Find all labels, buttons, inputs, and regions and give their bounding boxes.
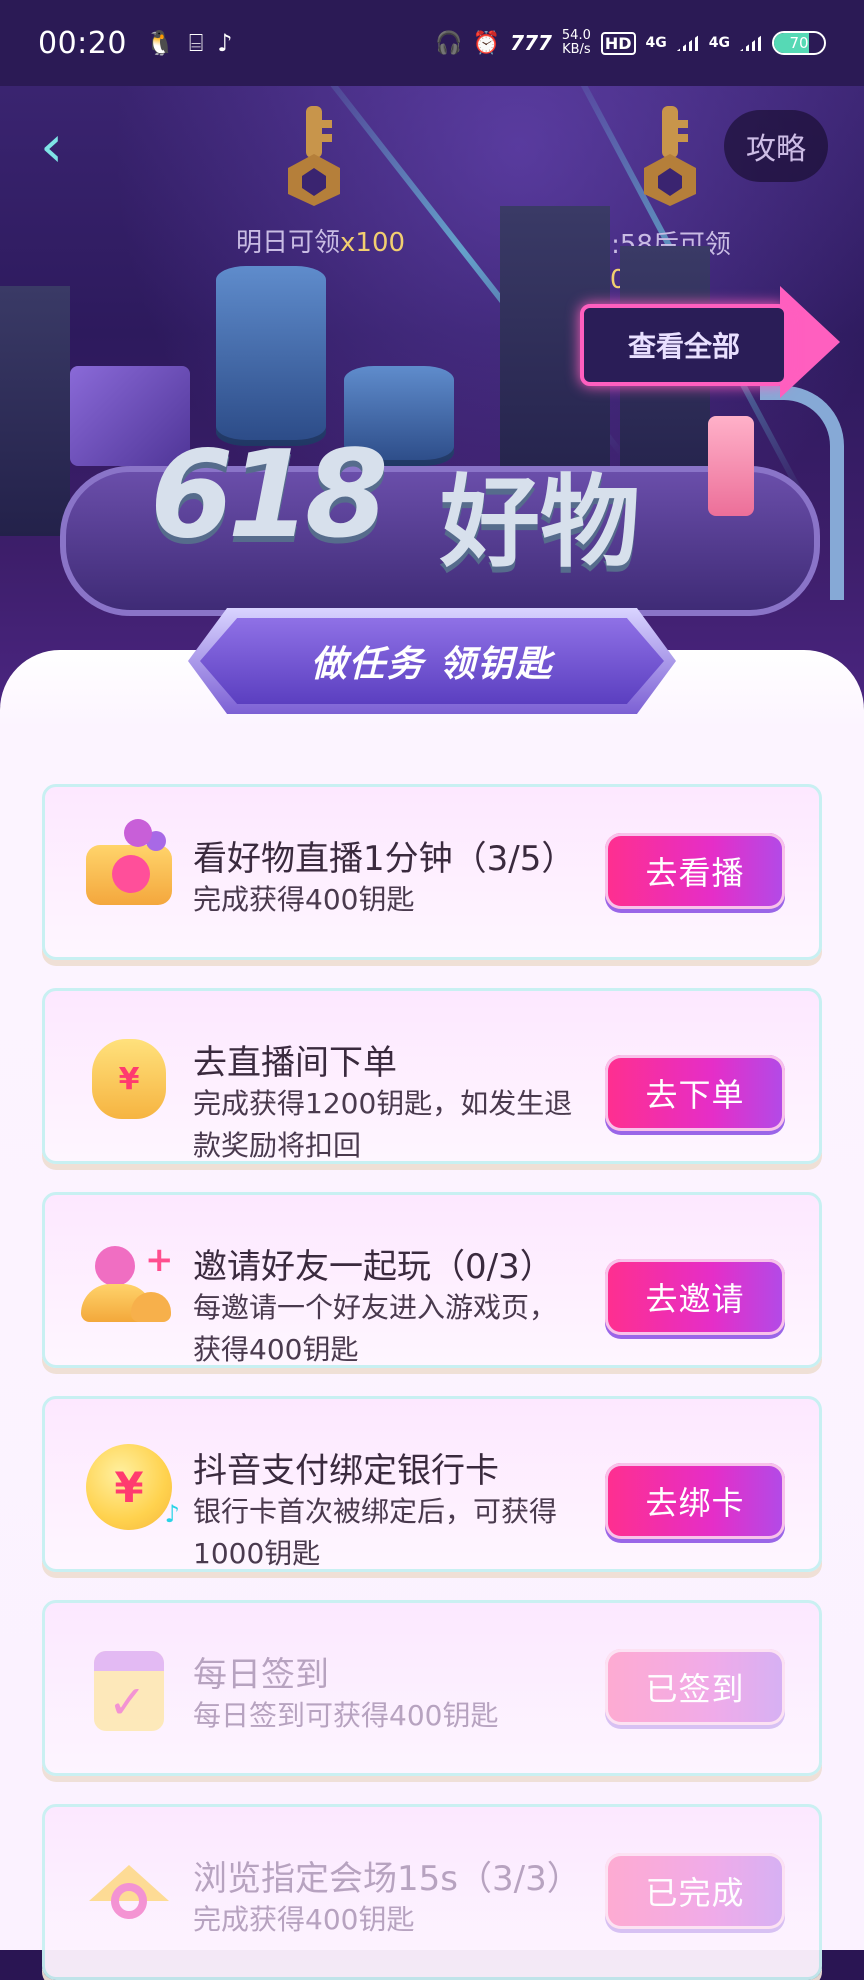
task-title: 邀请好友一起玩（0/3） (193, 1247, 554, 1287)
qq-icon: 🐧 (144, 29, 175, 57)
task-desc: 完成获得400钥匙 (193, 1903, 415, 1936)
add-friend-icon: + (81, 1235, 177, 1331)
status-bar: 00:20 🐧 ⌸ ♪ 🎧 ⏰ 777 54.0 KB/s HD 4G 4G 7… (0, 0, 864, 86)
battery-level: 70 (789, 34, 809, 52)
house-pin-icon (81, 1847, 177, 1943)
view-all-button[interactable]: 查看全部 (580, 304, 788, 386)
key-reward-tomorrow: 明日可领x100 (236, 228, 406, 258)
task-card-watch-live: 看好物直播1分钟（3/5） 完成获得400钥匙 去看播 (42, 784, 822, 960)
money-bag-icon: ¥ (81, 1031, 177, 1127)
checked-in-button[interactable]: 已签到 (605, 1649, 785, 1725)
task-card-browse-venue: 浏览指定会场15s（3/3） 完成获得400钥匙 已完成 (42, 1804, 822, 1980)
task-banner: 做任务 领钥匙 (200, 618, 664, 704)
task-title: 去直播间下单 (193, 1043, 397, 1083)
invite-button[interactable]: 去邀请 (605, 1259, 785, 1335)
network-type-2: 4G (708, 35, 730, 51)
task-desc: 银行卡首次被绑定后，可获得1000钥匙 (193, 1495, 558, 1570)
task-title: 看好物直播1分钟（3/5） (193, 839, 576, 879)
task-desc: 完成获得1200钥匙，如发生退款奖励将扣回 (193, 1087, 573, 1162)
logo-text: 好物 (440, 464, 640, 581)
status-time: 00:20 (38, 25, 127, 61)
calendar-check-icon: ✓ (81, 1643, 177, 1739)
signal-speed-icon: 777 (510, 31, 552, 55)
logo-618: 618 (150, 426, 388, 565)
signal-icon (740, 35, 762, 51)
status-right: 🎧 ⏰ 777 54.0 KB/s HD 4G 4G 70 (435, 29, 826, 57)
guide-button[interactable]: 攻略 (724, 110, 828, 182)
task-desc: 完成获得400钥匙 (193, 883, 415, 916)
completed-button[interactable]: 已完成 (605, 1853, 785, 1929)
building (0, 286, 70, 536)
tiktok-icon: ♪ (217, 29, 233, 57)
network-type-1: 4G (645, 35, 667, 51)
task-card-checkin: ✓ 每日签到 每日签到可获得400钥匙 已签到 (42, 1600, 822, 1776)
task-card-bind-card: ¥ ♪ 抖音支付绑定银行卡 银行卡首次被绑定后，可获得1000钥匙 去绑卡 (42, 1396, 822, 1572)
lipstick-icon (708, 416, 754, 516)
key-icon (288, 106, 340, 206)
signal-icon (676, 35, 699, 51)
task-desc: 每邀请一个好友进入游戏页，获得400钥匙 (193, 1291, 558, 1366)
headphone-icon: 🎧 (435, 30, 463, 56)
translate-icon: ⌸ (188, 29, 204, 57)
hd-badge: HD (600, 31, 636, 55)
net-speed: 54.0 KB/s (561, 28, 591, 57)
task-desc: 每日签到可获得400钥匙 (193, 1699, 499, 1732)
task-card-invite: + 邀请好友一起玩（0/3） 每邀请一个好友进入游戏页，获得400钥匙 去邀请 (42, 1192, 822, 1368)
task-title: 浏览指定会场15s（3/3） (193, 1859, 581, 1899)
task-title: 每日签到 (193, 1655, 329, 1695)
notification-icons: 🐧 ⌸ ♪ (145, 29, 233, 57)
coin-stack (216, 266, 326, 446)
arrow-icon (780, 286, 840, 398)
bind-card-button[interactable]: 去绑卡 (605, 1463, 785, 1539)
task-title: 抖音支付绑定银行卡 (193, 1451, 499, 1491)
back-button[interactable]: ‹ (40, 116, 90, 176)
go-watch-button[interactable]: 去看播 (605, 833, 785, 909)
coin-icon: ¥ ♪ (81, 1439, 180, 1535)
alarm-icon: ⏰ (472, 30, 501, 56)
go-order-button[interactable]: 去下单 (605, 1055, 785, 1131)
task-card-order: ¥ 去直播间下单 完成获得1200钥匙，如发生退款奖励将扣回 去下单 (42, 988, 822, 1164)
key-icon (644, 106, 696, 206)
battery-icon: 70 (772, 31, 826, 55)
camera-icon (81, 819, 177, 923)
